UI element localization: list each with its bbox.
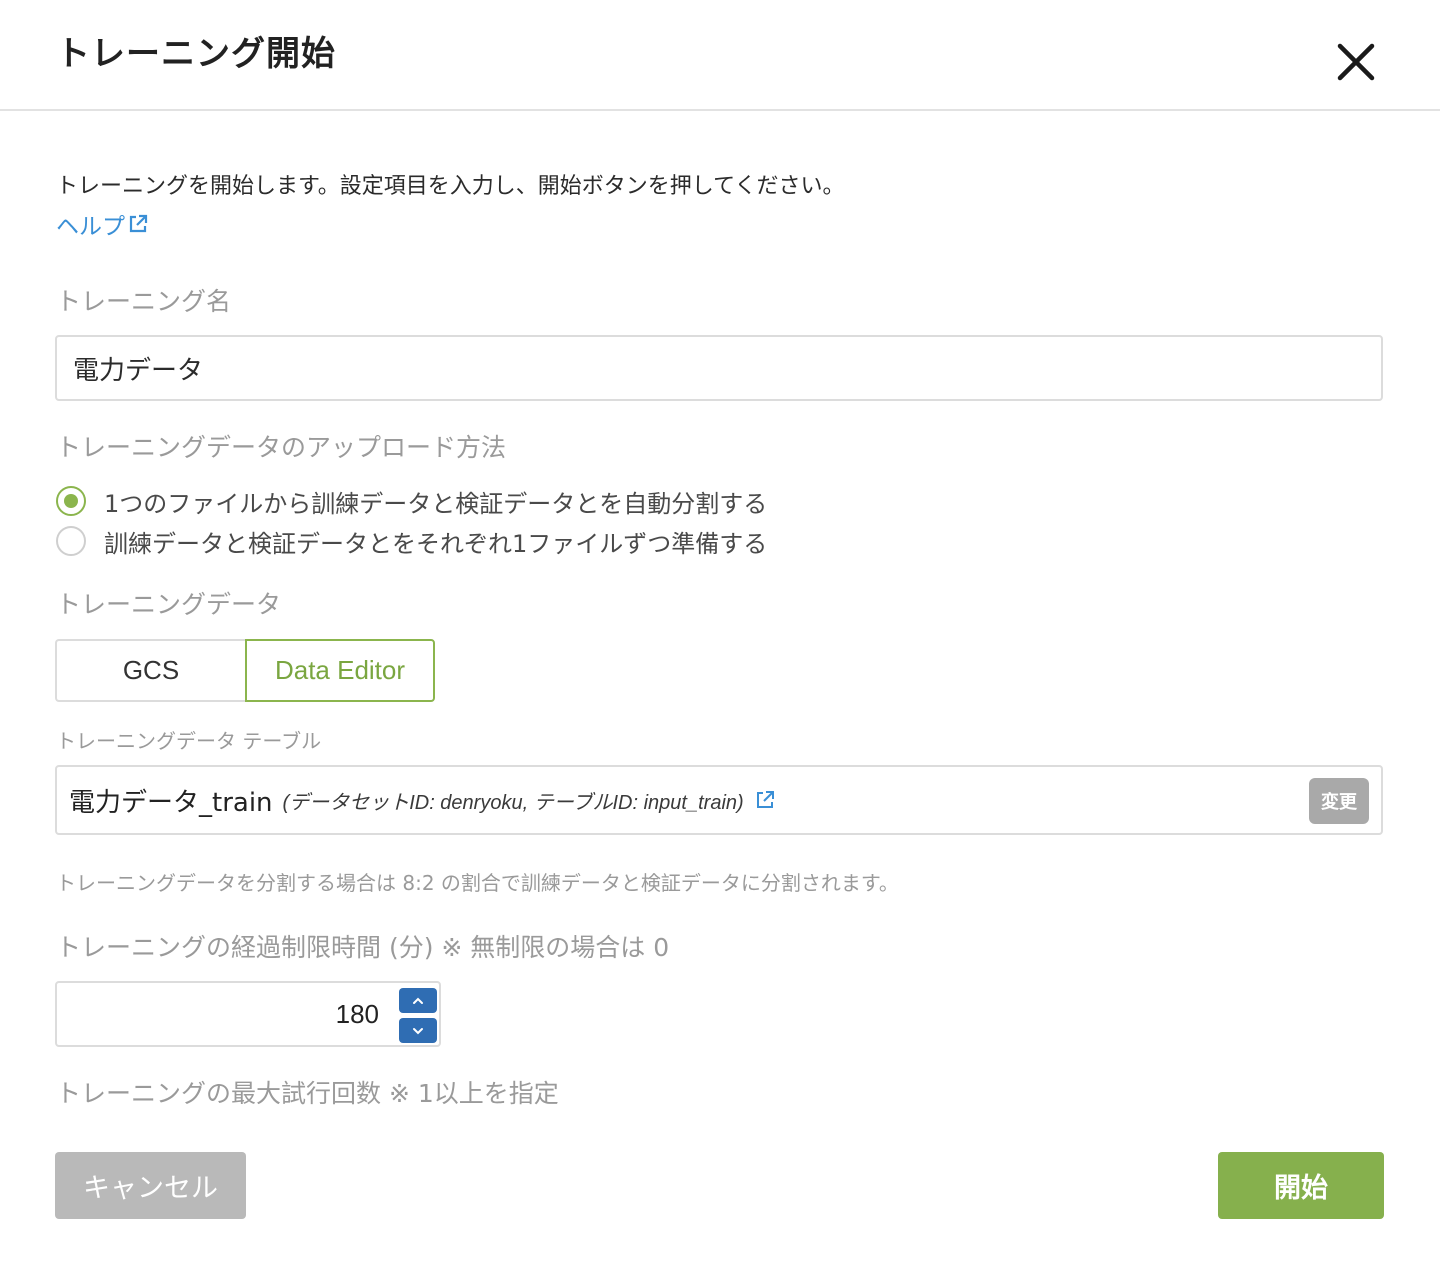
table-meta: (データセットID: denryoku, テーブルID: input_train… — [282, 791, 744, 814]
max-trials-label: トレーニングの最大試行回数 ※ 1以上を指定 — [56, 1079, 559, 1108]
radio-option-separate-files[interactable]: 訓練データと検証データとをそれぞれ1ファイルずつ準備する — [56, 524, 767, 558]
split-ratio-note: トレーニングデータを分割する場合は 8:2 の割合で訓練データと検証データに分割… — [56, 871, 899, 895]
help-link-label: ヘルプ — [56, 214, 125, 240]
help-link[interactable]: ヘルプ — [56, 210, 149, 244]
training-start-dialog: トレーニング開始 トレーニングを開始します。設定項目を入力し、開始ボタンを押して… — [0, 0, 1440, 1272]
increment-button[interactable] — [399, 988, 437, 1013]
training-name-value: 電力データ — [73, 355, 204, 386]
close-button[interactable] — [1330, 36, 1382, 88]
training-table-field: 電力データ_train (データセットID: denryoku, テーブルID:… — [55, 765, 1383, 835]
external-link-icon[interactable] — [754, 789, 776, 811]
training-name-input[interactable]: 電力データ — [55, 335, 1383, 401]
training-name-label: トレーニング名 — [56, 287, 232, 316]
time-limit-value: 180 — [335, 998, 379, 1029]
radio-button[interactable] — [56, 526, 86, 556]
chevron-up-icon — [413, 997, 423, 1004]
training-data-label: トレーニングデータ — [56, 590, 282, 619]
training-data-source-toggle: GCS Data Editor — [55, 639, 435, 702]
change-table-button[interactable]: 変更 — [1309, 778, 1369, 824]
start-button[interactable]: 開始 — [1218, 1152, 1384, 1219]
training-table-label: トレーニングデータ テーブル — [56, 729, 322, 753]
dialog-title: トレーニング開始 — [56, 34, 336, 74]
radio-option-auto-split[interactable]: 1つのファイルから訓練データと検証データとを自動分割する — [56, 484, 767, 518]
dialog-header: トレーニング開始 — [0, 0, 1440, 111]
external-link-icon — [129, 214, 148, 233]
cancel-button[interactable]: キャンセル — [55, 1152, 246, 1219]
time-limit-label: トレーニングの経過制限時間 (分) ※ 無制限の場合は 0 — [56, 933, 670, 962]
tab-data-editor[interactable]: Data Editor — [245, 639, 435, 702]
time-limit-input[interactable]: 180 — [55, 981, 441, 1047]
close-icon — [1337, 43, 1375, 81]
intro-text: トレーニングを開始します。設定項目を入力し、開始ボタンを押してください。 — [56, 174, 845, 199]
chevron-down-icon — [413, 1027, 423, 1034]
radio-option-label: 訓練データと検証データとをそれぞれ1ファイルずつ準備する — [104, 529, 768, 558]
decrement-button[interactable] — [399, 1018, 437, 1043]
radio-button-checked[interactable] — [56, 486, 86, 516]
tab-gcs[interactable]: GCS — [55, 639, 245, 702]
radio-option-label: 1つのファイルから訓練データと検証データとを自動分割する — [104, 489, 768, 518]
upload-method-label: トレーニングデータのアップロード方法 — [56, 433, 507, 462]
table-name: 電力データ_train — [69, 787, 273, 818]
